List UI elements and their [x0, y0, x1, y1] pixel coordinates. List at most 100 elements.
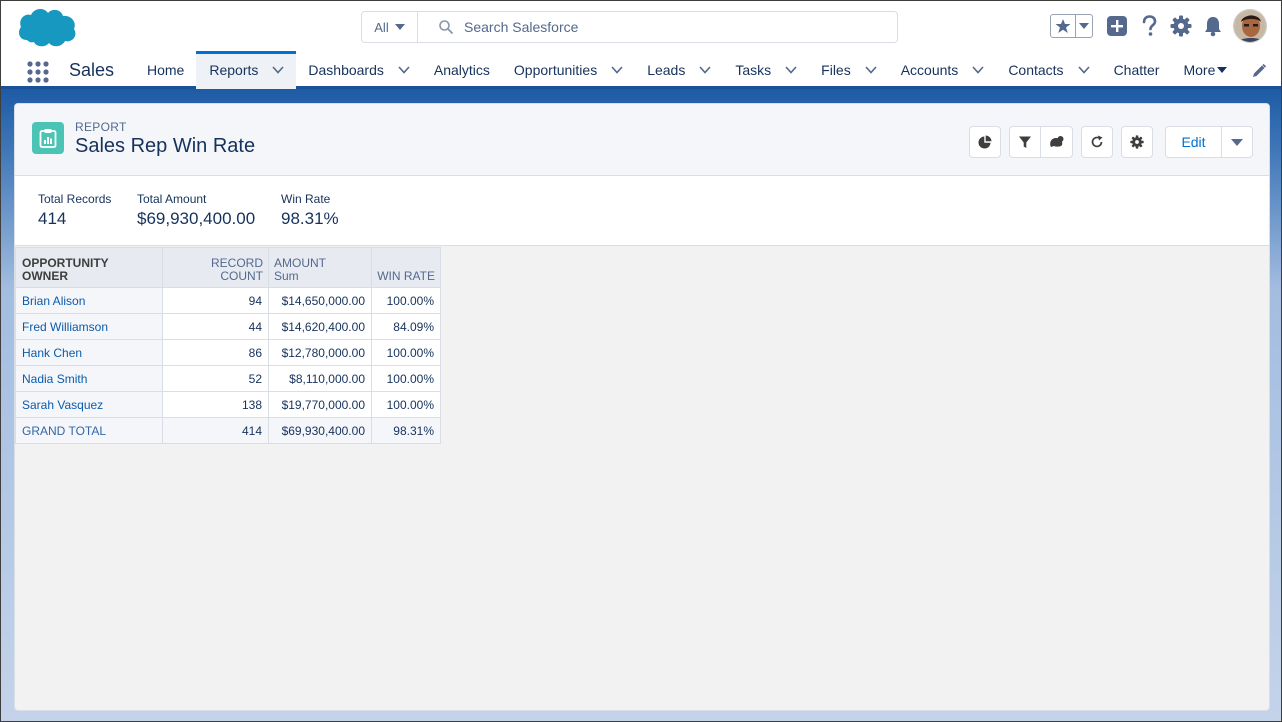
chevron-down-icon[interactable]	[699, 66, 711, 74]
nav-item-more[interactable]: More	[1171, 51, 1239, 89]
column-header-label: WIN RATE	[377, 269, 435, 283]
notifications-button[interactable]	[1201, 14, 1225, 38]
salesforce-cloud-logo-icon[interactable]	[17, 6, 77, 48]
favorites-group	[1050, 14, 1093, 38]
nav-item-reports[interactable]: Reports	[196, 51, 297, 89]
caret-down-icon	[1231, 138, 1243, 146]
nav-item-label: Chatter	[1113, 62, 1160, 78]
owner-link[interactable]: Fred Williamson	[15, 313, 163, 340]
table-row: Nadia Smith 52 $8,110,000.00 100.00%	[15, 365, 441, 392]
summary-win-rate: Win Rate 98.31%	[281, 192, 339, 229]
app-name: Sales	[69, 60, 115, 80]
nav-items: Home Reports Dashboards Analytics Opport…	[135, 51, 1239, 89]
summary-label: Total Records	[38, 192, 112, 206]
favorites-menu-button[interactable]	[1076, 15, 1092, 37]
chevron-down-icon[interactable]	[972, 66, 984, 74]
table-row: Hank Chen 86 $12,780,000.00 100.00%	[15, 339, 441, 366]
column-header-label: RECORD COUNT	[210, 256, 263, 283]
setup-button[interactable]	[1169, 14, 1193, 38]
column-header-label: OPPORTUNITY OWNER	[22, 256, 109, 283]
nav-item-label: Files	[821, 62, 851, 78]
summary-bubble-icon	[1049, 136, 1063, 147]
help-button[interactable]	[1137, 14, 1161, 38]
owner-link[interactable]: Brian Alison	[15, 287, 163, 314]
toggle-chart-button[interactable]	[969, 126, 1001, 158]
nav-item-label: Contacts	[1008, 62, 1064, 78]
nav-item-tasks[interactable]: Tasks	[723, 51, 809, 89]
favorites-button[interactable]	[1051, 15, 1076, 37]
edit-menu-button[interactable]	[1222, 126, 1253, 158]
edit-nav-pencil-icon[interactable]	[1251, 63, 1267, 79]
search-scope-label: All	[374, 19, 389, 35]
amount-cell: $14,650,000.00	[268, 287, 372, 314]
user-avatar[interactable]	[1233, 9, 1267, 43]
summary-total-records: Total Records 414	[38, 192, 111, 229]
nav-item-label: Tasks	[735, 62, 772, 78]
nav-item-label: Leads	[647, 62, 686, 78]
chart-toggle-group	[969, 126, 1001, 158]
nav-item-contacts[interactable]: Contacts	[996, 51, 1101, 89]
report-table: OPPORTUNITY OWNER RECORD COUNT AMOUNT Sum…	[15, 247, 441, 444]
record-count-cell: 52	[162, 365, 269, 392]
settings-gear-icon	[1130, 135, 1144, 149]
nav-item-dashboards[interactable]: Dashboards	[296, 51, 422, 89]
refresh-button[interactable]	[1081, 126, 1113, 158]
chevron-down-icon[interactable]	[865, 66, 877, 74]
caret-down-icon	[394, 24, 405, 30]
table-row: Brian Alison 94 $14,650,000.00 100.00%	[15, 287, 441, 314]
owner-link[interactable]: Hank Chen	[15, 339, 163, 366]
amount-cell: $14,620,400.00	[268, 313, 372, 340]
nav-item-label: Analytics	[433, 62, 490, 78]
nav-item-home[interactable]: Home	[135, 51, 196, 89]
nav-item-opportunities[interactable]: Opportunities	[502, 51, 635, 89]
nav-item-chatter[interactable]: Chatter	[1102, 51, 1172, 89]
nav-item-label: Opportunities	[513, 62, 598, 78]
summary-value: 414	[38, 209, 67, 228]
amount-cell: $69,930,400.00	[268, 417, 372, 444]
search-icon	[439, 20, 453, 34]
nav-item-accounts[interactable]: Accounts	[889, 51, 997, 89]
column-header-owner[interactable]: OPPORTUNITY OWNER	[15, 247, 163, 288]
report-settings-button[interactable]	[1121, 126, 1153, 158]
owner-link[interactable]: Nadia Smith	[15, 365, 163, 392]
nav-item-leads[interactable]: Leads	[635, 51, 723, 89]
search-scope-dropdown[interactable]: All	[362, 12, 418, 42]
refresh-icon	[1091, 135, 1103, 148]
nav-item-label: Dashboards	[308, 62, 384, 78]
grand-total-row: GRAND TOTAL 414 $69,930,400.00 98.31%	[15, 417, 441, 444]
amount-cell: $8,110,000.00	[268, 365, 372, 392]
notifications-bell-icon	[1205, 17, 1221, 37]
record-count-cell: 44	[162, 313, 269, 340]
win-rate-cell: 98.31%	[371, 417, 441, 444]
table-row: Fred Williamson 44 $14,620,400.00 84.09%	[15, 313, 441, 340]
favorites-star-icon	[1055, 19, 1071, 33]
report-title: Sales Rep Win Rate	[75, 135, 256, 157]
nav-item-analytics[interactable]: Analytics	[422, 51, 502, 89]
column-header-record-count[interactable]: RECORD COUNT	[162, 247, 269, 288]
column-header-label: AMOUNT	[274, 256, 326, 270]
report-summary: Total Records 414 Total Amount $69,930,4…	[15, 176, 1269, 246]
nav-item-label: More	[1183, 62, 1216, 78]
nav-item-label: Home	[147, 62, 185, 78]
search-input[interactable]	[464, 13, 884, 41]
nav-item-files[interactable]: Files	[809, 51, 889, 89]
summary-value: 98.31%	[281, 209, 339, 228]
win-rate-cell: 100.00%	[371, 391, 441, 418]
column-header-win-rate[interactable]: WIN RATE	[371, 247, 441, 288]
filter-button[interactable]	[1009, 126, 1041, 158]
global-actions-button[interactable]	[1105, 14, 1129, 38]
chevron-down-icon[interactable]	[785, 66, 797, 74]
settings-group	[1121, 126, 1153, 158]
pie-chart-icon	[978, 135, 992, 149]
column-header-amount[interactable]: AMOUNT Sum	[268, 247, 372, 288]
global-search: All	[361, 11, 898, 43]
chevron-down-icon[interactable]	[611, 66, 623, 74]
table-row: Sarah Vasquez 138 $19,770,000.00 100.00%	[15, 391, 441, 418]
summary-button[interactable]	[1041, 126, 1073, 158]
chevron-down-icon[interactable]	[398, 66, 410, 74]
chevron-down-icon[interactable]	[1077, 66, 1090, 74]
chevron-down-icon[interactable]	[272, 66, 284, 74]
app-launcher-grid-icon[interactable]	[26, 60, 50, 84]
edit-button[interactable]: Edit	[1165, 126, 1222, 158]
owner-link[interactable]: Sarah Vasquez	[15, 391, 163, 418]
